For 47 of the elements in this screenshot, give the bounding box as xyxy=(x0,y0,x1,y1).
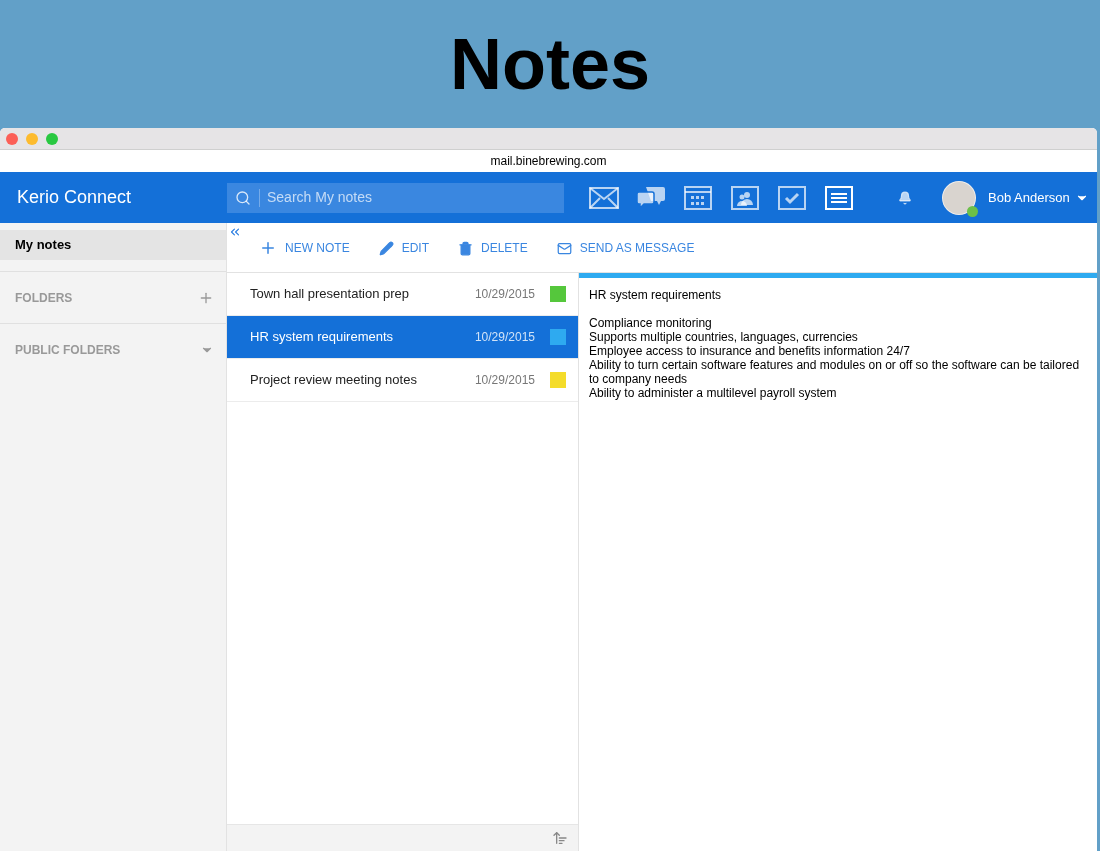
maximize-icon[interactable] xyxy=(46,132,58,145)
bell-icon[interactable] xyxy=(898,190,912,205)
trash-icon xyxy=(458,240,473,256)
address-text: mail.binebrewing.com xyxy=(490,153,607,170)
note-title: HR system requirements xyxy=(250,328,395,347)
app-nav-button[interactable] xyxy=(777,184,807,211)
brand-name: Kerio Connect xyxy=(17,187,132,207)
page-title: Notes xyxy=(449,28,650,100)
close-icon[interactable] xyxy=(6,132,18,145)
sidebar-item[interactable]: My notes xyxy=(0,230,226,260)
notes-icon xyxy=(824,184,854,211)
toolbar-button[interactable]: EDIT xyxy=(378,239,429,257)
app-nav-button[interactable] xyxy=(730,184,760,211)
app-nav-button[interactable] xyxy=(589,184,619,211)
note-line: Compliance monitoring xyxy=(589,316,713,330)
search-icon xyxy=(235,189,251,206)
calendar-icon xyxy=(683,184,713,211)
toolbar-button[interactable]: NEW NOTE xyxy=(259,239,350,257)
app-nav-button[interactable] xyxy=(824,184,854,211)
toolbar-button[interactable]: SEND AS MESSAGE xyxy=(556,239,695,257)
note-title: Town hall presentation prep xyxy=(250,285,410,304)
user-menu[interactable]: Bob Anderson xyxy=(988,187,1089,208)
search-input[interactable]: Search My notes xyxy=(260,187,564,208)
note-line: Supports multiple countries, languages, currencies xyxy=(589,330,859,344)
note-row[interactable]: HR system requirements 10/29/2015 xyxy=(227,316,578,359)
plus-icon xyxy=(259,239,277,257)
section-heading[interactable]: PUBLIC FOLDERS xyxy=(15,340,121,359)
avatar[interactable] xyxy=(942,180,976,215)
note-date: 10/29/2015 xyxy=(474,286,535,303)
note-heading: HR system requirements xyxy=(589,288,723,302)
contacts-icon xyxy=(730,184,760,211)
pencil-icon xyxy=(378,240,394,256)
note-date: 10/29/2015 xyxy=(474,372,535,389)
note-line: Ability to turn certain software features and modules on or off so the software can be tailored to company needs xyxy=(589,358,1081,386)
envelope-icon xyxy=(589,184,619,211)
search-field[interactable]: Search My notes xyxy=(227,182,564,213)
collapse-icon[interactable] xyxy=(228,225,242,239)
note-line: Ability to administer a multilevel payroll system xyxy=(589,386,838,400)
sort-icon[interactable] xyxy=(552,830,568,846)
app-nav-button[interactable] xyxy=(683,184,713,211)
note-title: Project review meeting notes xyxy=(250,371,418,390)
note-date: 10/29/2015 xyxy=(474,329,535,346)
section-heading[interactable]: FOLDERS xyxy=(15,288,73,307)
note-line: Employee access to insurance and benefits information 24/7 xyxy=(589,344,911,358)
envelope-icon xyxy=(556,240,572,256)
checkbox-icon xyxy=(777,184,807,211)
toolbar-button[interactable]: DELETE xyxy=(458,239,528,257)
